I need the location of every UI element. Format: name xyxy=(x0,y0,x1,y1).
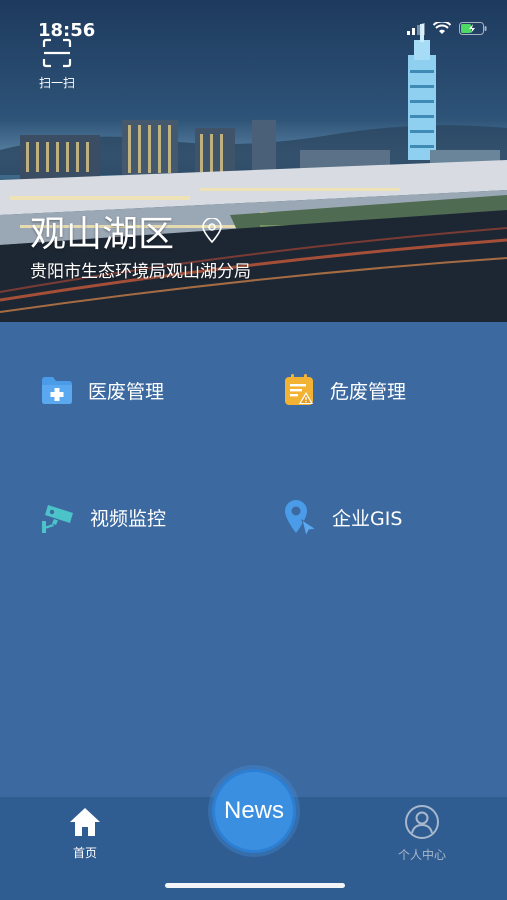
menu-item-hazardous-waste[interactable]: 危废管理 xyxy=(282,370,406,410)
scan-button[interactable]: 扫一扫 xyxy=(34,38,80,91)
signal-icon xyxy=(407,22,425,35)
cctv-camera-icon xyxy=(42,505,73,533)
tab-profile[interactable]: 个人中心 xyxy=(382,804,462,863)
battery-charging-icon xyxy=(459,22,487,35)
menu-label: 企业GIS xyxy=(332,507,403,530)
news-button[interactable]: News xyxy=(212,769,296,853)
scan-icon xyxy=(42,38,72,68)
wifi-icon xyxy=(433,22,451,34)
tab-home-label: 首页 xyxy=(72,846,97,860)
news-label: News xyxy=(223,797,284,824)
home-indicator[interactable] xyxy=(165,883,345,888)
medical-folder-icon xyxy=(42,377,72,404)
tab-profile-label: 个人中心 xyxy=(397,848,446,862)
menu-label: 视频监控 xyxy=(90,507,167,530)
scan-label: 扫一扫 xyxy=(38,76,75,90)
menu-label: 危废管理 xyxy=(330,380,407,403)
map-pin-cursor-icon xyxy=(285,500,318,536)
menu-item-video-surveillance[interactable]: 视频监控 xyxy=(40,497,166,537)
user-circle-icon xyxy=(405,805,439,839)
home-icon xyxy=(70,808,100,836)
tab-home[interactable]: 首页 xyxy=(45,806,125,861)
menu-item-enterprise-gis[interactable]: 企业GIS xyxy=(282,497,402,537)
hero-banner: 18:56 扫一扫 观山湖区 贵阳市生态环境局观山湖分局 xyxy=(0,0,507,322)
hazard-clipboard-icon xyxy=(285,374,313,405)
location-pin-icon[interactable] xyxy=(200,218,224,244)
menu-item-medical-waste[interactable]: 医废管理 xyxy=(40,370,164,410)
region-subtitle: 贵阳市生态环境局观山湖分局 xyxy=(30,262,251,282)
region-title: 观山湖区 xyxy=(30,214,175,255)
status-icons xyxy=(407,22,487,35)
menu-label: 医废管理 xyxy=(88,380,165,403)
